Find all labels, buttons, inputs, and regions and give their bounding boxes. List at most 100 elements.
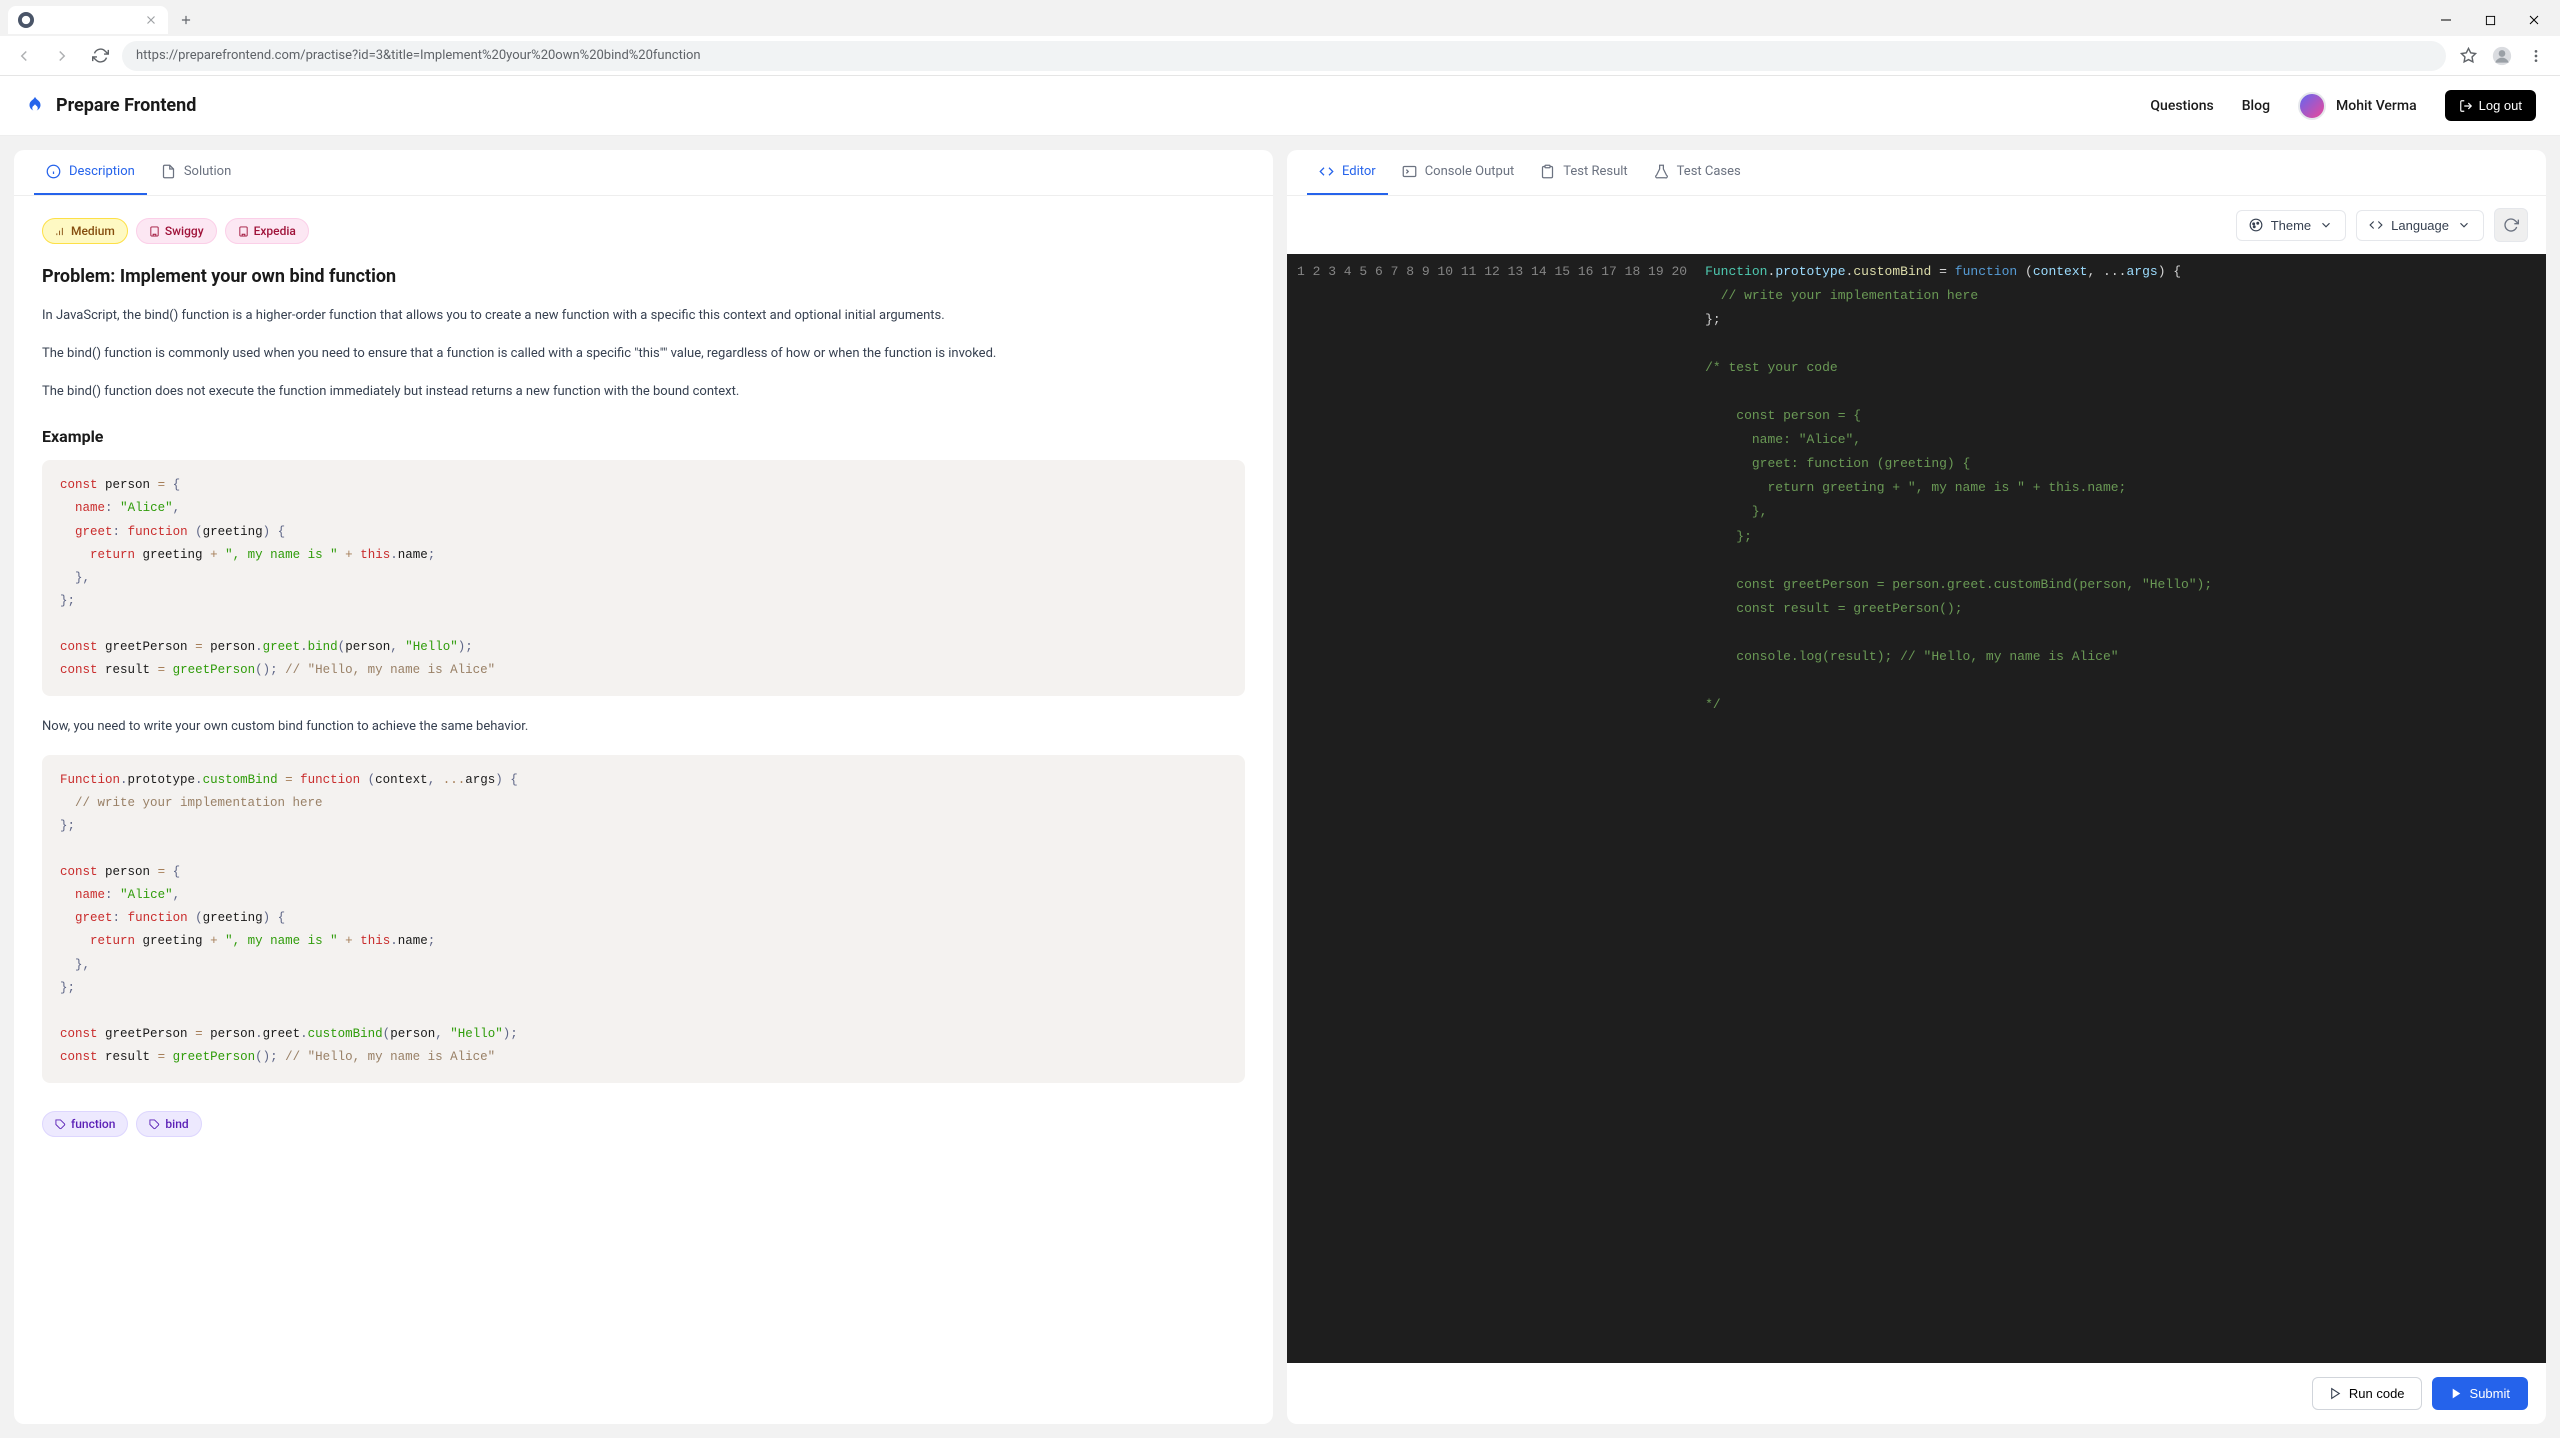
info-icon bbox=[46, 164, 61, 179]
tab-editor[interactable]: Editor bbox=[1307, 150, 1388, 195]
problem-title: Problem: Implement your own bind functio… bbox=[42, 266, 1245, 287]
code-icon bbox=[1319, 164, 1334, 179]
theme-label: Theme bbox=[2271, 218, 2311, 233]
editor-toolbar: Theme Language bbox=[1287, 196, 2546, 254]
logout-button[interactable]: Log out bbox=[2445, 90, 2536, 121]
tab-description-label: Description bbox=[69, 164, 135, 179]
building-icon bbox=[238, 226, 249, 237]
code-area[interactable]: Function.prototype.customBind = function… bbox=[1705, 254, 2546, 1363]
new-tab-button[interactable] bbox=[172, 6, 200, 34]
profile-button[interactable] bbox=[2486, 40, 2518, 72]
tab-cases-label: Test Cases bbox=[1677, 164, 1741, 179]
reload-button[interactable] bbox=[84, 40, 116, 72]
submit-button[interactable]: Submit bbox=[2432, 1377, 2528, 1410]
tag-icon bbox=[55, 1119, 66, 1130]
maximize-button[interactable] bbox=[2468, 5, 2512, 35]
tab-description[interactable]: Description bbox=[34, 150, 147, 195]
terminal-icon bbox=[1402, 164, 1417, 179]
theme-dropdown[interactable]: Theme bbox=[2236, 210, 2346, 241]
tab-solution-label: Solution bbox=[184, 164, 231, 179]
url-bar-row: https://preparefrontend.com/practise?id=… bbox=[0, 36, 2560, 76]
run-label: Run code bbox=[2349, 1386, 2405, 1401]
code-icon bbox=[2369, 218, 2383, 232]
favicon-icon bbox=[18, 12, 34, 28]
run-bar: Run code Submit bbox=[1287, 1363, 2546, 1424]
chevron-down-icon bbox=[2457, 218, 2471, 232]
app-header: Prepare Frontend Questions Blog Mohit Ve… bbox=[0, 76, 2560, 136]
problem-paragraph-3: The bind() function does not execute the… bbox=[42, 381, 1245, 403]
browser-chrome: https://preparefrontend.com/practise?id=… bbox=[0, 0, 2560, 76]
problem-paragraph-1: In JavaScript, the bind() function is a … bbox=[42, 305, 1245, 327]
problem-paragraph-4: Now, you need to write your own custom b… bbox=[42, 716, 1245, 738]
editor-panel: Editor Console Output Test Result Test C… bbox=[1287, 150, 2546, 1424]
run-code-button[interactable]: Run code bbox=[2312, 1377, 2422, 1410]
concept-pill-bind: bind bbox=[136, 1111, 201, 1137]
description-content: Medium Swiggy Expedia Problem: Implement… bbox=[14, 196, 1273, 1424]
nav-questions[interactable]: Questions bbox=[2150, 98, 2213, 114]
flask-icon bbox=[1654, 164, 1669, 179]
back-button[interactable] bbox=[8, 40, 40, 72]
menu-button[interactable] bbox=[2520, 40, 2552, 72]
window-controls bbox=[2424, 5, 2560, 35]
brand-label: Prepare Frontend bbox=[56, 95, 196, 116]
submit-label: Submit bbox=[2470, 1386, 2510, 1401]
tag-icon bbox=[149, 1119, 160, 1130]
url-text: https://preparefrontend.com/practise?id=… bbox=[136, 48, 701, 63]
company-pill-expedia: Expedia bbox=[225, 218, 309, 244]
brand-icon bbox=[24, 95, 46, 117]
reset-button[interactable] bbox=[2494, 208, 2528, 242]
header-nav: Questions Blog Mohit Verma Log out bbox=[2150, 90, 2536, 121]
bookmark-button[interactable] bbox=[2452, 40, 2484, 72]
play-icon bbox=[2329, 1387, 2342, 1400]
right-panel-tabs: Editor Console Output Test Result Test C… bbox=[1287, 150, 2546, 196]
brand[interactable]: Prepare Frontend bbox=[24, 95, 196, 117]
example-heading: Example bbox=[42, 427, 1245, 446]
tab-console-label: Console Output bbox=[1425, 164, 1515, 179]
clipboard-icon bbox=[1540, 164, 1555, 179]
difficulty-pill: Medium bbox=[42, 218, 128, 244]
browser-tab[interactable] bbox=[8, 6, 168, 34]
company-label-2: Expedia bbox=[254, 224, 296, 238]
concept-pill-function: function bbox=[42, 1111, 128, 1137]
tab-editor-label: Editor bbox=[1342, 164, 1376, 179]
minimize-button[interactable] bbox=[2424, 5, 2468, 35]
code-editor[interactable]: 1 2 3 4 5 6 7 8 9 10 11 12 13 14 15 16 1… bbox=[1287, 254, 2546, 1363]
building-icon bbox=[149, 226, 160, 237]
language-dropdown[interactable]: Language bbox=[2356, 210, 2484, 241]
logout-icon bbox=[2459, 99, 2473, 113]
description-panel: Description Solution Medium Swiggy E bbox=[14, 150, 1273, 1424]
palette-icon bbox=[2249, 218, 2263, 232]
problem-paragraph-2: The bind() function is commonly used whe… bbox=[42, 343, 1245, 365]
signal-icon bbox=[55, 226, 66, 237]
tab-cases[interactable]: Test Cases bbox=[1642, 150, 1753, 195]
language-label: Language bbox=[2391, 218, 2449, 233]
url-bar[interactable]: https://preparefrontend.com/practise?id=… bbox=[122, 41, 2446, 71]
gutter: 1 2 3 4 5 6 7 8 9 10 11 12 13 14 15 16 1… bbox=[1287, 254, 1705, 1363]
tab-result[interactable]: Test Result bbox=[1528, 150, 1639, 195]
close-tab-icon[interactable] bbox=[144, 13, 158, 27]
company-pill-swiggy: Swiggy bbox=[136, 218, 217, 244]
company-label-1: Swiggy bbox=[165, 224, 204, 238]
chevron-down-icon bbox=[2319, 218, 2333, 232]
send-icon bbox=[2450, 1387, 2463, 1400]
forward-button[interactable] bbox=[46, 40, 78, 72]
difficulty-label: Medium bbox=[71, 224, 115, 238]
example-code-1: const person = { name: "Alice", greet: f… bbox=[42, 460, 1245, 696]
user-name: Mohit Verma bbox=[2336, 98, 2417, 114]
tab-bar bbox=[0, 0, 2560, 36]
avatar bbox=[2298, 92, 2326, 120]
logout-label: Log out bbox=[2479, 98, 2522, 113]
tab-solution[interactable]: Solution bbox=[149, 150, 243, 195]
concept-pills: function bind bbox=[42, 1111, 1245, 1137]
file-icon bbox=[161, 164, 176, 179]
example-code-2: Function.prototype.customBind = function… bbox=[42, 755, 1245, 1084]
workspace: Description Solution Medium Swiggy E bbox=[0, 136, 2560, 1438]
user-chip[interactable]: Mohit Verma bbox=[2298, 92, 2417, 120]
reset-icon bbox=[2503, 217, 2519, 233]
left-panel-tabs: Description Solution bbox=[14, 150, 1273, 196]
tab-console[interactable]: Console Output bbox=[1390, 150, 1527, 195]
nav-blog[interactable]: Blog bbox=[2242, 98, 2270, 114]
close-window-button[interactable] bbox=[2512, 5, 2556, 35]
meta-pills: Medium Swiggy Expedia bbox=[42, 218, 1245, 244]
tab-result-label: Test Result bbox=[1563, 164, 1627, 179]
